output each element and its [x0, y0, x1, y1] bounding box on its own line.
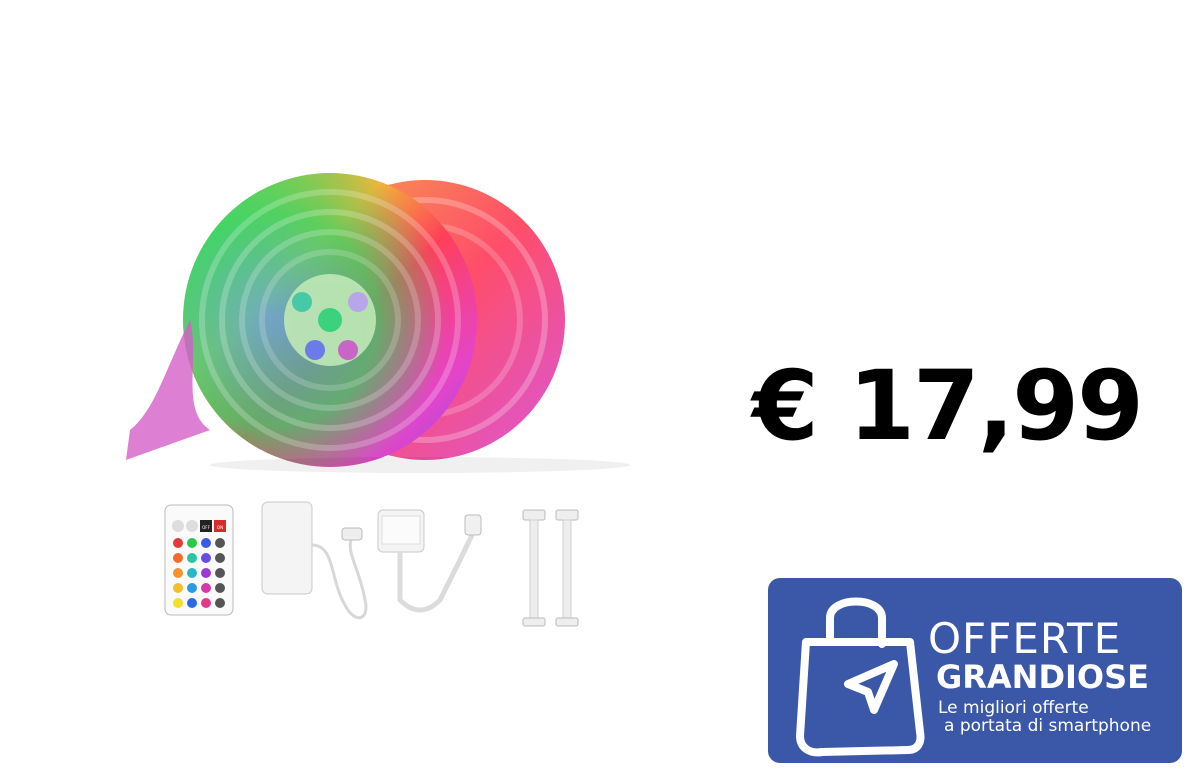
price-label: € 17,99	[752, 350, 1144, 462]
badge-tagline-line2: a portata di smartphone	[944, 716, 1152, 736]
badge-title-line1: OFFERTE	[928, 614, 1122, 663]
shopping-bag-icon	[796, 597, 925, 757]
badge-title-line2: GRANDIOSE	[936, 658, 1150, 696]
power-adapter	[261, 501, 368, 619]
led-reel-front	[183, 173, 477, 467]
remote-on-label: ON	[217, 525, 223, 530]
cursor-arrow-icon	[844, 660, 898, 714]
ir-controller	[377, 509, 482, 613]
badge-tagline-line1: Le migliori offerte	[938, 698, 1089, 718]
connector-cables	[522, 509, 579, 627]
offerte-grandiose-badge: OFFERTE GRANDIOSE Le migliori offerte a …	[768, 578, 1182, 763]
product-image: OFF ON	[126, 173, 630, 627]
remote-off-label: OFF	[202, 525, 210, 530]
remote-control: OFF ON	[164, 504, 234, 616]
